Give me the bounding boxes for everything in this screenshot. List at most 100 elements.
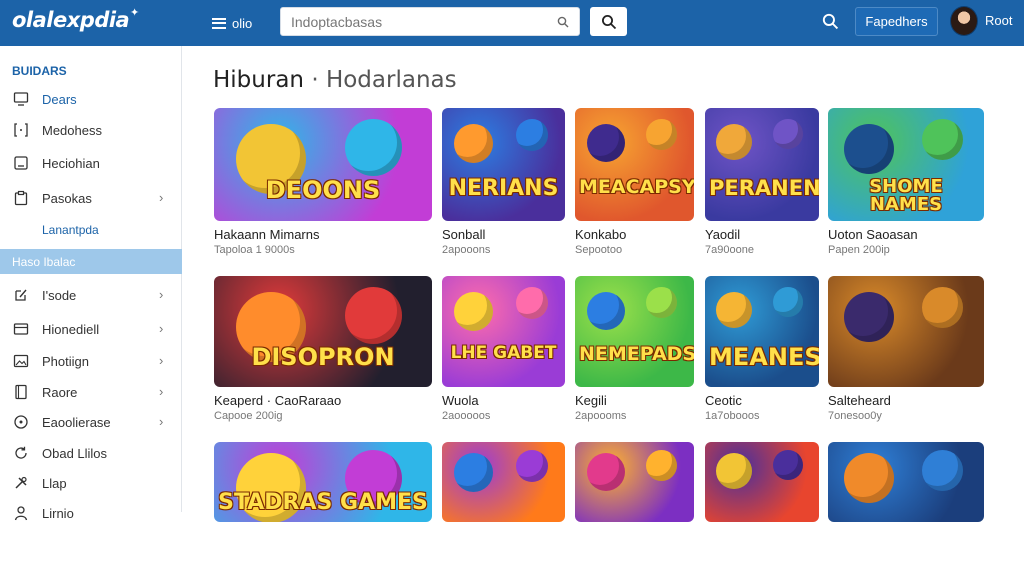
sidebar-item-hionediell[interactable]: Hionediell › [0, 316, 182, 342]
circle-icon [14, 415, 28, 429]
game-card[interactable]: LHE GABET Wuola 2aooooos [442, 276, 565, 427]
sidebar: BUIDARS Dears Medohess Heciohian Pasokas… [0, 46, 182, 521]
title-subtitle: Hodarlanas [325, 67, 457, 93]
game-card[interactable]: DISOPRON Keaperd · CaoRaraao Capooe 200ig [214, 276, 432, 427]
character-art [773, 287, 803, 317]
game-card[interactable]: NEMEPADS Kegili 2apoooms [575, 276, 694, 427]
clipboard-icon [14, 190, 28, 206]
game-card[interactable]: PERANEN Yaodil 7a90oone [705, 108, 819, 261]
character-art [844, 292, 894, 342]
search-box [280, 7, 580, 36]
menu-button[interactable]: olio [212, 12, 252, 34]
search-input[interactable] [291, 12, 551, 32]
game-card[interactable] [705, 442, 819, 562]
sidebar-item-label: Obad Llilos [42, 446, 108, 461]
game-title[interactable]: Sonball [442, 227, 485, 242]
game-card[interactable] [828, 442, 984, 562]
game-thumbnail[interactable] [705, 442, 819, 522]
game-title[interactable]: Keaperd · CaoRaraao [214, 393, 341, 408]
game-title[interactable]: Ceotic [705, 393, 742, 408]
game-title[interactable]: Hakaann Mimarns [214, 227, 320, 242]
game-thumbnail[interactable]: SHOME NAMES [828, 108, 984, 221]
game-thumbnail[interactable]: DISOPRON [214, 276, 432, 387]
chevron-right-icon: › [159, 190, 164, 205]
game-thumbnail[interactable]: DEOONS [214, 108, 432, 221]
search-icon[interactable] [557, 16, 569, 28]
game-card[interactable] [575, 442, 694, 562]
site-logo[interactable]: olalexpdia ✦ [12, 6, 139, 32]
sidebar-item-active[interactable]: Haso Ibalac [0, 249, 182, 274]
game-card[interactable]: NERIANS Sonball 2apooons [442, 108, 565, 261]
game-art-title: NERIANS [448, 176, 559, 201]
character-art [646, 450, 677, 481]
sidebar-item-medohess[interactable]: Medohess [0, 117, 182, 143]
sidebar-item-lirnio[interactable]: Lirnio [0, 500, 182, 526]
hamburger-icon [212, 17, 226, 29]
sidebar-item-obad-llilos[interactable]: Obad Llilos [0, 440, 182, 466]
game-meta: 1a7obooos [705, 410, 760, 422]
character-art [716, 453, 752, 489]
game-thumbnail[interactable] [575, 442, 694, 522]
game-thumbnail[interactable] [828, 442, 984, 522]
game-title[interactable]: Konkabo [575, 227, 626, 242]
game-card[interactable] [442, 442, 565, 562]
character-art [716, 292, 752, 328]
game-card[interactable]: MEANES Ceotic 1a7obooos [705, 276, 819, 427]
game-title[interactable]: Yaodil [705, 227, 740, 242]
character-art [922, 119, 963, 160]
sidebar-item-heciohian[interactable]: Heciohian [0, 150, 182, 176]
sidebar-item-label: Eaoolierase [42, 415, 111, 430]
game-thumbnail[interactable]: MEACAPSY [575, 108, 694, 221]
character-art [844, 453, 894, 503]
game-thumbnail[interactable] [442, 442, 565, 522]
character-art [716, 124, 752, 160]
sidebar-item-photiign[interactable]: Photiign › [0, 348, 182, 374]
sidebar-item-llap[interactable]: Llap [0, 470, 182, 496]
game-title[interactable]: Kegili [575, 393, 607, 408]
game-card[interactable]: Salteheard 7onesoo0y [828, 276, 984, 427]
chevron-right-icon: › [159, 414, 164, 429]
sidebar-item-pasokas[interactable]: Pasokas › [0, 185, 182, 211]
sidebar-item-dears[interactable]: Dears [0, 86, 182, 112]
game-title[interactable]: Salteheard [828, 393, 891, 408]
game-thumbnail[interactable]: NERIANS [442, 108, 565, 221]
title-separator: · [311, 67, 319, 93]
game-thumbnail[interactable]: MEANES [705, 276, 819, 387]
game-card[interactable]: DEOONS Hakaann Mimarns Tapoloa 1 9000s [214, 108, 432, 261]
game-meta: Capooe 200ig [214, 410, 283, 422]
game-thumbnail[interactable]: STADRAS GAMES [214, 442, 432, 522]
game-card[interactable]: MEACAPSY Konkabo Sepootoo [575, 108, 694, 261]
game-meta: Sepootoo [575, 244, 623, 256]
game-thumbnail[interactable]: NEMEPADS [575, 276, 694, 387]
sidebar-item-label: Haso Ibalac [12, 255, 76, 269]
character-art [587, 124, 625, 162]
sidebar-subitem[interactable]: Lanantpda [42, 223, 99, 237]
sidebar-item-isode[interactable]: I'sode › [0, 282, 182, 308]
character-art [587, 292, 625, 330]
game-title[interactable]: Uoton Saoasan [828, 227, 918, 242]
game-card[interactable]: STADRAS GAMES [214, 442, 432, 562]
character-art [516, 450, 548, 482]
game-meta: Tapoloa 1 9000s [214, 244, 295, 256]
sidebar-item-eaoolierase[interactable]: Eaoolierase › [0, 409, 182, 435]
search-icon[interactable] [822, 13, 839, 30]
square-icon [14, 156, 28, 170]
game-thumbnail[interactable]: LHE GABET [442, 276, 565, 387]
game-thumbnail[interactable]: PERANEN [705, 108, 819, 221]
character-art [773, 450, 803, 480]
game-title[interactable]: Wuola [442, 393, 479, 408]
search-button[interactable] [590, 7, 627, 36]
chevron-right-icon: › [159, 353, 164, 368]
game-card[interactable]: SHOME NAMES Uoton Saoasan Papen 200ip [828, 108, 984, 261]
sidebar-item-label: Photiign [42, 354, 89, 369]
character-art [646, 287, 677, 318]
edit-icon [15, 289, 27, 301]
sidebar-item-raore[interactable]: Raore › [0, 379, 182, 405]
avatar[interactable] [950, 6, 978, 36]
game-thumbnail[interactable] [828, 276, 984, 387]
user-name[interactable]: Root [985, 13, 1012, 28]
game-art-title: DISOPRON [251, 343, 395, 371]
sidebar-item-label: Hionediell [42, 322, 100, 337]
favorites-button[interactable]: Fapedhers [855, 7, 938, 36]
sidebar-item-label: Medohess [42, 123, 102, 138]
